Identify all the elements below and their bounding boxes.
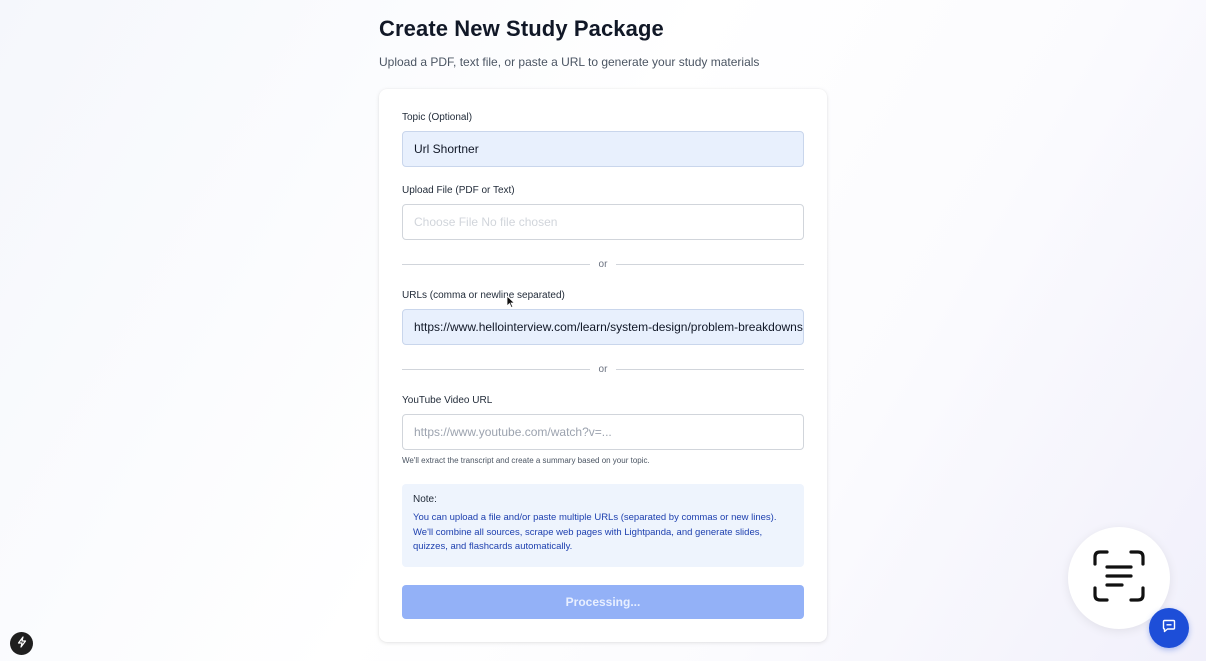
topic-label: Topic (Optional) — [402, 112, 473, 123]
or-text: or — [598, 363, 608, 375]
bolt-icon — [16, 635, 28, 653]
urls-label: URLs (comma or newline separated) — [402, 290, 565, 301]
note-body: You can upload a file and/or paste multi… — [413, 512, 777, 552]
youtube-url-input[interactable]: https://www.youtube.com/watch?v=... — [402, 414, 804, 450]
submit-button[interactable]: Processing... — [402, 585, 804, 619]
divider-line-left — [402, 368, 590, 370]
info-note: Note: You can upload a file and/or paste… — [402, 484, 804, 567]
page-title: Create New Study Package — [379, 16, 664, 41]
or-divider: or — [402, 258, 804, 270]
urls-input-value: https://www.hellointerview.com/learn/sys… — [414, 320, 804, 334]
divider-line-right — [616, 263, 804, 265]
or-text: or — [598, 258, 608, 270]
topic-input-value: Url Shortner — [414, 142, 479, 156]
divider-line-right — [616, 368, 804, 370]
topic-input[interactable]: Url Shortner — [402, 131, 804, 167]
youtube-help-text: We'll extract the transcript and create … — [402, 456, 650, 465]
study-package-form: Topic (Optional) Url Shortner Upload Fil… — [379, 89, 827, 642]
choose-file-button[interactable]: Choose File — [414, 215, 478, 229]
file-status-text: No file chosen — [481, 215, 558, 229]
text-scan-icon — [1092, 549, 1146, 608]
bolt-button[interactable] — [10, 632, 33, 655]
or-divider: or — [402, 363, 804, 375]
file-upload-label: Upload File (PDF or Text) — [402, 185, 515, 196]
file-upload-input[interactable]: Choose File No file chosen — [402, 204, 804, 240]
divider-line-left — [402, 263, 590, 265]
urls-input[interactable]: https://www.hellointerview.com/learn/sys… — [402, 309, 804, 345]
note-title: Note: — [413, 494, 437, 505]
youtube-label: YouTube Video URL — [402, 395, 493, 406]
mouse-cursor-icon — [506, 295, 516, 314]
chat-button[interactable] — [1149, 608, 1189, 648]
page-subtitle: Upload a PDF, text file, or paste a URL … — [379, 55, 760, 69]
page-header: Create New Study Package Upload a PDF, t… — [379, 16, 759, 69]
youtube-url-placeholder: https://www.youtube.com/watch?v=... — [414, 425, 612, 439]
chat-icon — [1161, 618, 1177, 639]
